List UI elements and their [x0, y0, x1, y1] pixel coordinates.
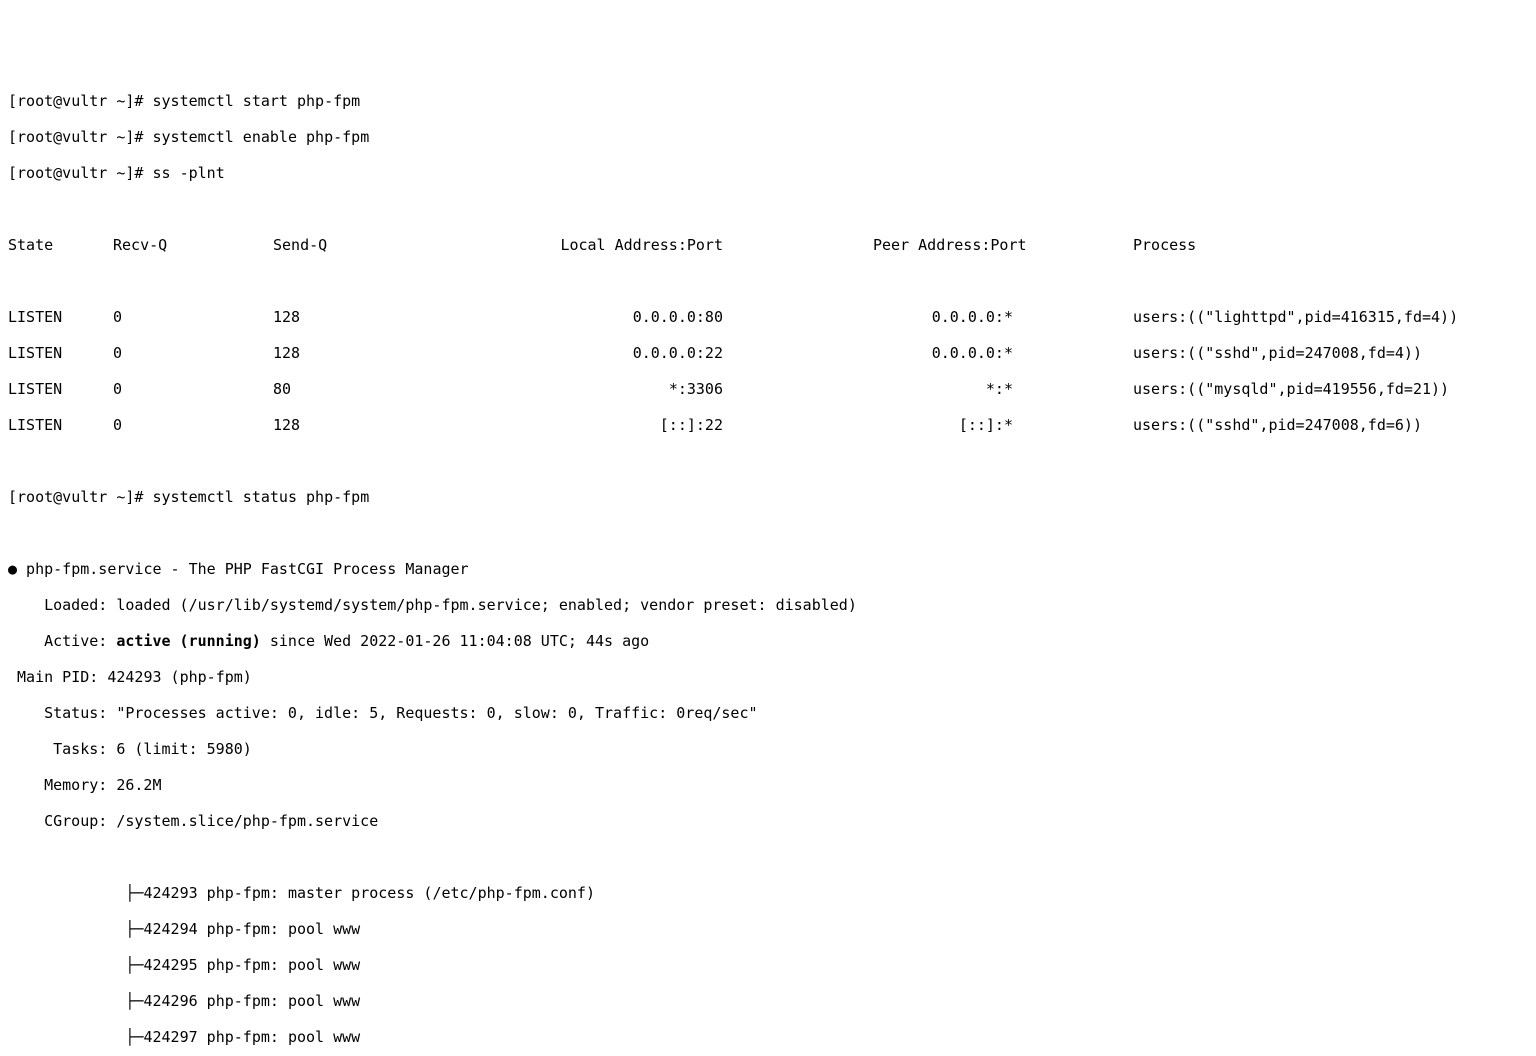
label-cgroup: CGroup:	[26, 812, 107, 830]
ss-row: LISTEN0128[::]:22[::]:*users:(("sshd",pi…	[8, 416, 1536, 434]
svc-name: php-fpm.service	[26, 560, 161, 578]
tree-branch-icon: ├─	[125, 920, 143, 938]
svc-desc: The PHP FastCGI Process Manager	[189, 560, 469, 578]
command-text: ss -plnt	[153, 164, 225, 182]
ss-row: LISTEN080*:3306*:*users:(("mysqld",pid=4…	[8, 380, 1536, 398]
command-text: systemctl status php-fpm	[153, 488, 370, 506]
svc-active: Active: active (running) since Wed 2022-…	[8, 632, 1536, 650]
prompt: [root@vultr ~]#	[8, 164, 143, 182]
label-mainpid: Main PID:	[8, 668, 98, 686]
label-tasks: Tasks:	[26, 740, 107, 758]
cgroup-tree-row: ├─424293 php-fpm: master process (/etc/p…	[8, 884, 1536, 902]
shell-line-enable: [root@vultr ~]# systemctl enable php-fpm	[8, 128, 1536, 146]
svc-mainpid: Main PID: 424293 (php-fpm)	[8, 668, 1536, 686]
tree-branch-icon: ├─	[125, 1028, 143, 1046]
col-proc: Process	[1133, 236, 1196, 254]
cgroup-tree-row: ├─424296 php-fpm: pool www	[8, 992, 1536, 1010]
label-memory: Memory:	[26, 776, 107, 794]
svc-loaded: Loaded: loaded (/usr/lib/systemd/system/…	[8, 596, 1536, 614]
prompt: [root@vultr ~]#	[8, 128, 143, 146]
cgroup-tree-row: ├─424297 php-fpm: pool www	[8, 1028, 1536, 1046]
svc-title: ● php-fpm.service - The PHP FastCGI Proc…	[8, 560, 1536, 578]
tree-branch-icon: ├─	[125, 956, 143, 974]
command-text: systemctl start php-fpm	[153, 92, 361, 110]
prompt: [root@vultr ~]#	[8, 92, 143, 110]
ss-header: StateRecv-QSend-QLocal Address:PortPeer …	[8, 236, 1536, 254]
label-loaded: Loaded:	[26, 596, 107, 614]
command-text: systemctl enable php-fpm	[153, 128, 370, 146]
ss-row: LISTEN01280.0.0.0:800.0.0.0:*users:(("li…	[8, 308, 1536, 326]
ss-row: LISTEN01280.0.0.0:220.0.0.0:*users:(("ss…	[8, 344, 1536, 362]
col-peer: Peer Address:Port	[873, 236, 1133, 254]
cgroup-tree-row: ├─424294 php-fpm: pool www	[8, 920, 1536, 938]
col-sendq: Send-Q	[273, 236, 528, 254]
cgroup-tree-row: ├─424295 php-fpm: pool www	[8, 956, 1536, 974]
tree-branch-icon: ├─	[125, 884, 143, 902]
svc-status: Status: "Processes active: 0, idle: 5, R…	[8, 704, 1536, 722]
svc-cgroup: CGroup: /system.slice/php-fpm.service	[8, 812, 1536, 830]
svc-tasks: Tasks: 6 (limit: 5980)	[8, 740, 1536, 758]
bullet-icon: ●	[8, 560, 17, 578]
tree-branch-icon: ├─	[125, 992, 143, 1010]
active-state: active (running)	[116, 632, 261, 650]
col-local: Local Address:Port	[528, 236, 873, 254]
svc-memory: Memory: 26.2M	[8, 776, 1536, 794]
shell-line-status: [root@vultr ~]# systemctl status php-fpm	[8, 488, 1536, 506]
shell-line-start: [root@vultr ~]# systemctl start php-fpm	[8, 92, 1536, 110]
label-status: Status:	[26, 704, 107, 722]
prompt: [root@vultr ~]#	[8, 488, 143, 506]
col-state: State	[8, 236, 113, 254]
shell-line-ss: [root@vultr ~]# ss -plnt	[8, 164, 1536, 182]
label-active: Active:	[26, 632, 107, 650]
col-recvq: Recv-Q	[113, 236, 273, 254]
